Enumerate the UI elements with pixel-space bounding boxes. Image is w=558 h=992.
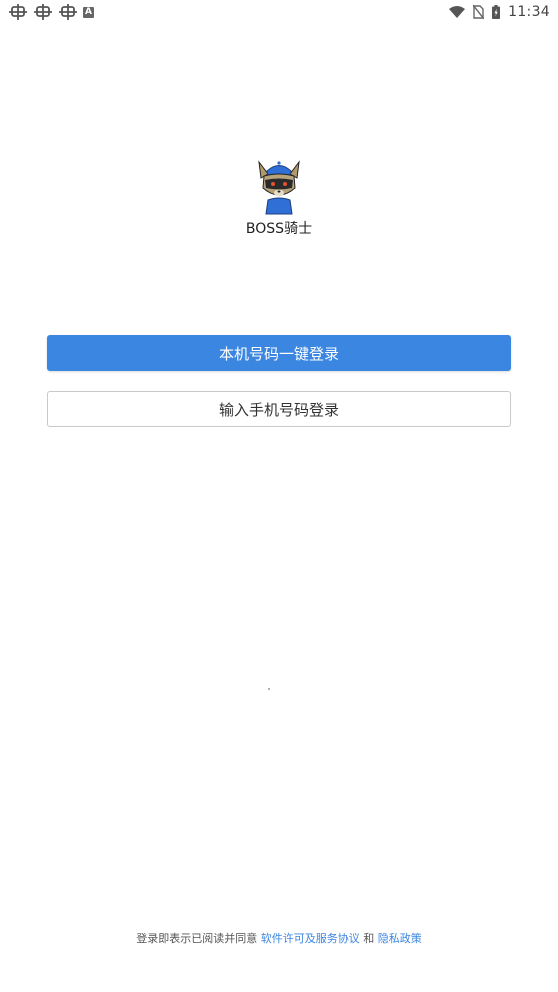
battery-icon	[492, 5, 501, 19]
privacy-policy-link[interactable]: 隐私政策	[378, 932, 422, 945]
notification-area: A	[8, 3, 94, 21]
loading-dot	[268, 688, 270, 690]
raccoon-mascot-logo	[258, 160, 300, 215]
system-icons: 11:34	[449, 4, 550, 20]
wifi-icon	[449, 5, 466, 18]
bug-icon	[9, 4, 27, 20]
agreement-text: 登录即表示已阅读并同意 软件许可及服务协议 和 隐私政策	[0, 930, 558, 946]
a-icon: A	[83, 6, 94, 18]
no-sim-icon	[473, 5, 485, 19]
bug-icon	[34, 4, 52, 20]
agreement-and: 和	[363, 932, 375, 945]
bug-icon	[59, 4, 77, 20]
phone-number-login-button[interactable]: 输入手机号码登录	[47, 391, 511, 427]
app-branding: BOSS骑士	[0, 158, 558, 238]
agreement-prefix: 登录即表示已阅读并同意	[136, 932, 258, 945]
status-bar: A 11:34	[0, 0, 558, 24]
one-click-login-label: 本机号码一键登录	[218, 344, 339, 363]
phone-number-login-label: 输入手机号码登录	[218, 400, 339, 419]
one-click-login-button[interactable]: 本机号码一键登录	[47, 335, 511, 371]
license-agreement-link[interactable]: 软件许可及服务协议	[261, 932, 360, 945]
clock: 11:34	[508, 4, 550, 20]
app-name: BOSS骑士	[245, 221, 313, 237]
